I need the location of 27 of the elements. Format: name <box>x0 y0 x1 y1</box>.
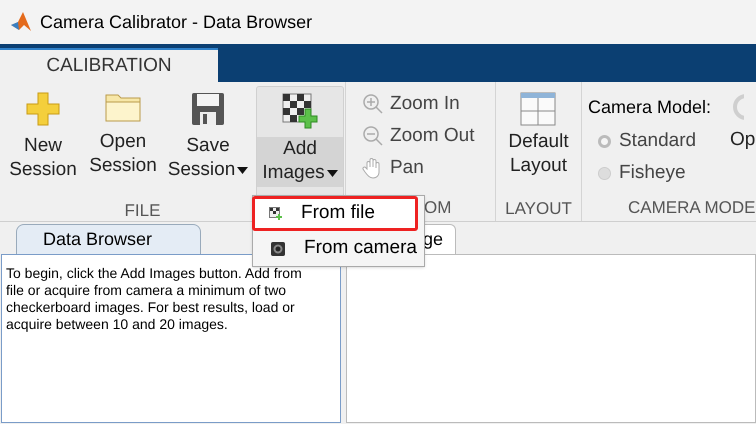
options-button[interactable]: Op <box>730 126 756 154</box>
layout-grid-icon <box>520 92 556 126</box>
ribbon-tab[interactable]: CALIBRATION <box>0 48 218 82</box>
toolbar-button[interactable]: New Session <box>9 134 77 182</box>
toolbar-button[interactable]: Save Session <box>168 134 248 182</box>
plus-icon <box>26 92 60 126</box>
zoom-out-icon <box>362 125 384 147</box>
section-label: OM <box>424 198 452 217</box>
section-label: FILE <box>124 200 160 222</box>
checkerboard-plus-icon <box>269 206 283 220</box>
menu-item[interactable]: From camera <box>253 231 419 266</box>
floppy-icon <box>191 92 225 126</box>
checkerboard-plus-icon <box>282 93 318 129</box>
camera-icon <box>270 240 286 256</box>
instructions-text: To begin, click the Add Images button. Add from file or acquire from camera a minimum of two checkerboard images. For best results, load or acquire between 10 and 20 images. <box>6 265 303 333</box>
menu-item[interactable]: From file <box>252 196 418 231</box>
toolbar-button[interactable]: Open Session <box>89 130 157 178</box>
app-logo-icon <box>10 11 32 33</box>
data-browser-tab[interactable]: Data Browser <box>16 224 201 254</box>
toolbar-button[interactable]: Add Images <box>257 137 343 187</box>
folder-icon <box>105 92 141 122</box>
camera-model-label: Camera Model: <box>588 96 712 119</box>
section-label: CAMERA MODE <box>628 198 756 217</box>
zoom-in-icon <box>362 93 384 115</box>
section-label: LAYOUT <box>505 198 572 220</box>
window-title: Camera Calibrator - Data Browser <box>40 10 312 34</box>
default-layout-button[interactable]: Default Layout <box>508 130 569 178</box>
